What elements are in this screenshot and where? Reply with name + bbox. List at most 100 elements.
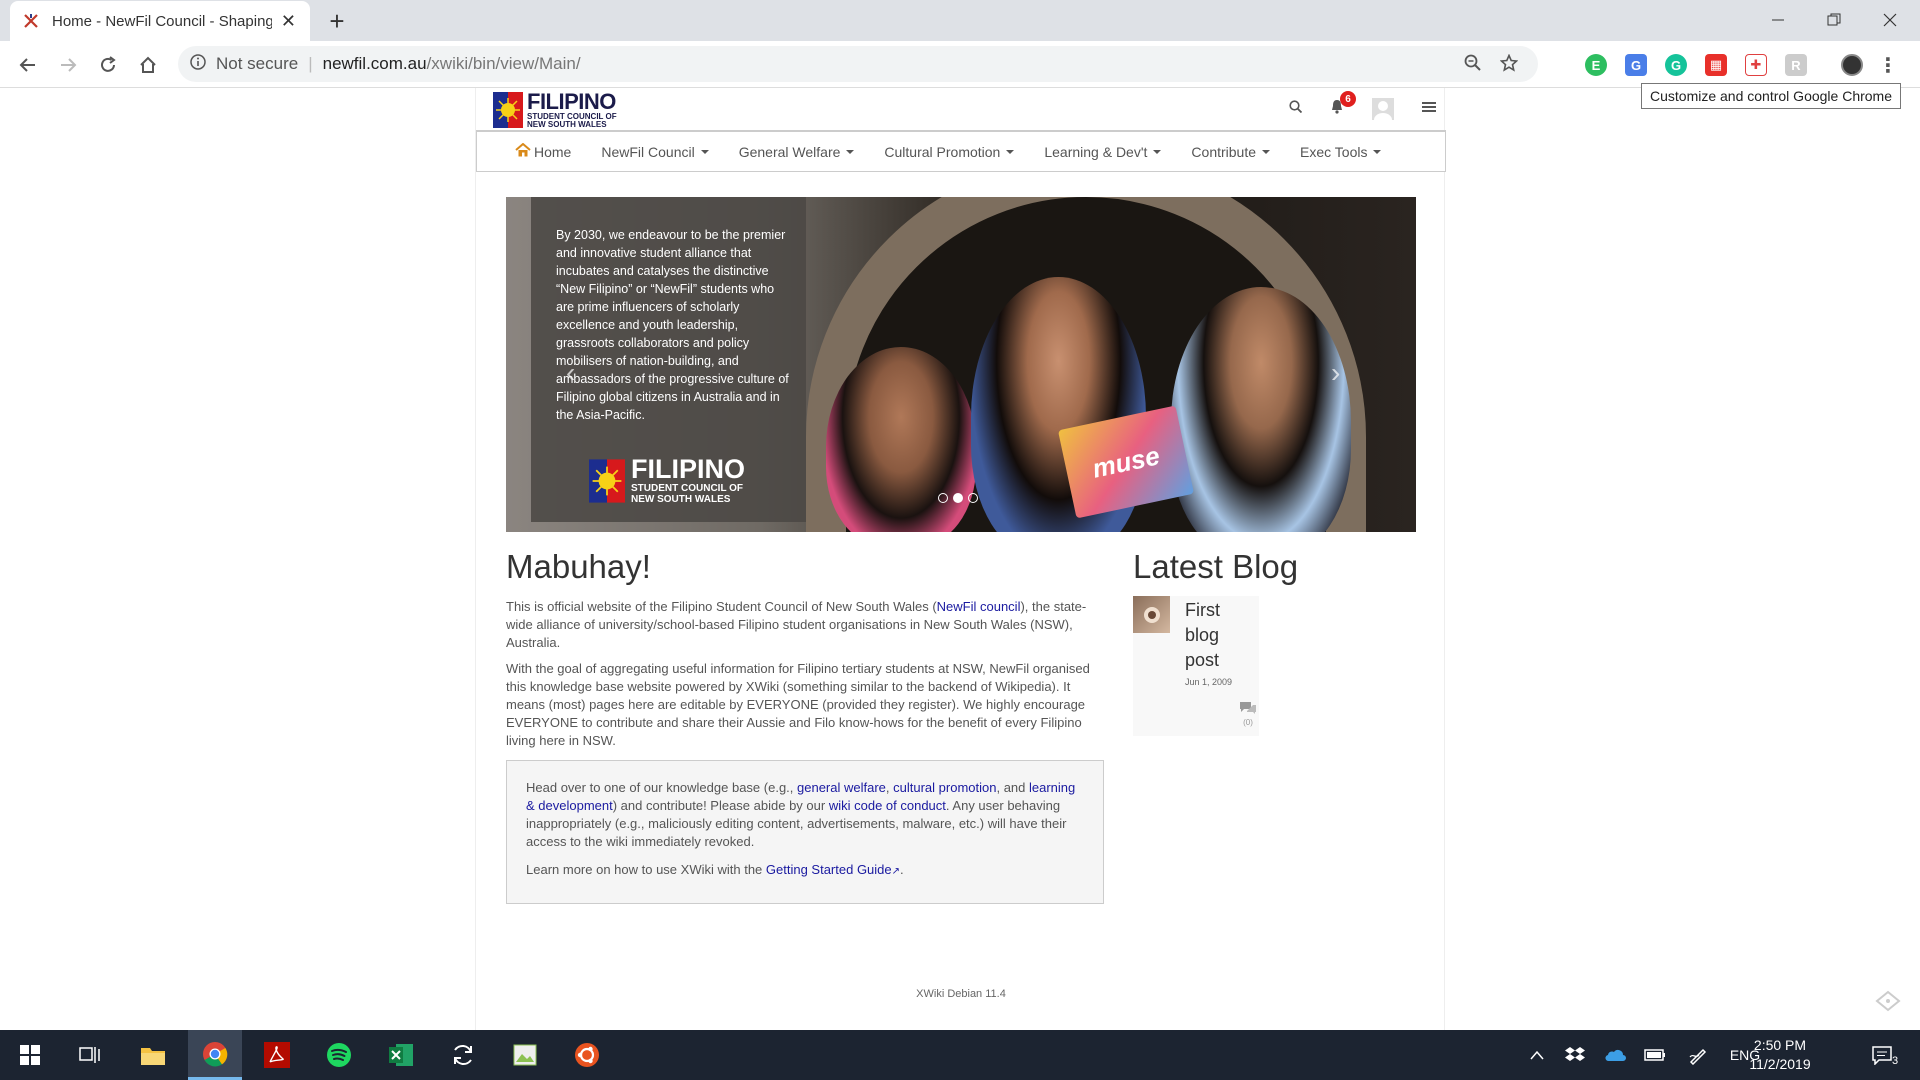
blog-post-title[interactable]: First blog post — [1185, 598, 1255, 673]
security-status[interactable]: Not secure — [216, 54, 298, 74]
carousel-dot[interactable] — [968, 493, 978, 503]
hamburger-menu-icon[interactable] — [1422, 100, 1436, 118]
grammarly-extension-icon[interactable]: G — [1665, 54, 1687, 76]
sync-icon[interactable] — [436, 1030, 490, 1080]
main-navigation: Home NewFil Council General Welfare Cult… — [476, 130, 1446, 172]
nav-general-welfare[interactable]: General Welfare — [739, 144, 855, 160]
blog-post-card[interactable]: First blog post Jun 1, 2009 (0) — [1133, 596, 1259, 736]
box-text-4: ) and contribute! Please abide by our — [612, 798, 829, 813]
battery-icon[interactable] — [1640, 1030, 1670, 1080]
browser-tab-active[interactable]: Home - NewFil Council - Shaping ✕ — [10, 1, 310, 41]
nav-general-welfare-label: General Welfare — [738, 143, 841, 160]
search-icon[interactable] — [1289, 100, 1303, 118]
blog-thumbnail[interactable] — [1133, 596, 1170, 633]
nav-cultural-promotion[interactable]: Cultural Promotion — [884, 144, 1015, 160]
browser-toolbar: Not secure | newfil.com.au/xwiki/bin/vie… — [0, 41, 1920, 88]
image-editor-icon[interactable] — [498, 1030, 552, 1080]
url-host: newfil.com.au — [322, 54, 427, 73]
page-footer: XWiki Debian 11.4 — [916, 988, 1006, 1000]
getting-started-guide-link[interactable]: Getting Started Guide↗ — [766, 862, 900, 877]
nav-home[interactable]: Home — [515, 142, 571, 160]
council-logo-icon — [589, 458, 625, 503]
page-container: FILIPINO STUDENT COUNCIL OF NEW SOUTH WA… — [475, 88, 1446, 1030]
caret-down-icon — [700, 149, 709, 154]
zoom-icon[interactable] — [1464, 54, 1482, 77]
omnibox-actions — [1464, 53, 1519, 77]
nav-learning-dev[interactable]: Learning & Dev't — [1044, 143, 1162, 160]
minimize-window-icon[interactable] — [1750, 4, 1806, 36]
site-logo[interactable]: FILIPINO STUDENT COUNCIL OF NEW SOUTH WA… — [493, 91, 617, 129]
getting-started-label: Getting Started Guide — [765, 862, 892, 877]
bookmark-star-icon[interactable] — [1499, 53, 1519, 77]
chrome-menu-icon[interactable]: ⋮ — [1878, 54, 1898, 77]
translate-extension-icon[interactable]: G — [1625, 54, 1647, 76]
ubuntu-icon[interactable] — [560, 1030, 614, 1080]
back-arrow-icon[interactable] — [14, 51, 42, 79]
external-link-icon: ↗ — [891, 866, 901, 877]
clock-date: 11/2/2019 — [1749, 1056, 1811, 1072]
close-window-icon[interactable] — [1862, 4, 1918, 36]
cultural-promotion-link[interactable]: cultural promotion — [893, 780, 996, 795]
nav-exec-tools[interactable]: Exec Tools — [1300, 143, 1382, 160]
nav-newfil-council[interactable]: NewFil Council — [601, 143, 709, 160]
show-hidden-icons[interactable] — [1522, 1030, 1552, 1080]
windows-taskbar: ENG 2:50 PM 11/2/2019 3 — [0, 1030, 1920, 1080]
address-bar[interactable]: Not secure | newfil.com.au/xwiki/bin/vie… — [178, 46, 1538, 82]
blog-comments[interactable]: (0) — [1238, 700, 1258, 727]
dropbox-icon[interactable] — [1560, 1030, 1590, 1080]
grey-extension-icon[interactable]: R — [1785, 54, 1807, 76]
file-explorer-icon[interactable] — [126, 1030, 180, 1080]
blog-post-date: Jun 1, 2009 — [1185, 677, 1233, 687]
hero-carousel[interactable]: muse By 2030, we endeavour to be the pre… — [506, 197, 1416, 532]
task-view-icon[interactable] — [63, 1030, 117, 1080]
reload-icon[interactable] — [94, 51, 122, 79]
nav-exec-tools-label: Exec Tools — [1300, 143, 1368, 160]
caret-down-icon — [1262, 149, 1271, 154]
getting-started-paragraph: Learn more on how to use XWiki with the … — [526, 861, 1084, 881]
url-path: /xwiki/bin/view/Main/ — [426, 54, 581, 73]
caret-down-icon — [846, 149, 855, 154]
plus-extension-icon[interactable]: ✚ — [1745, 54, 1767, 76]
general-welfare-link[interactable]: general welfare — [797, 780, 886, 795]
onedrive-icon[interactable] — [1600, 1030, 1630, 1080]
spotify-icon[interactable] — [312, 1030, 366, 1080]
carousel-logo: FILIPINO STUDENT COUNCIL OF NEW SOUTH WA… — [589, 456, 745, 505]
contribute-paragraph: Head over to one of our knowledge base (… — [526, 779, 1084, 851]
chrome-taskbar-icon[interactable] — [188, 1030, 242, 1080]
forward-arrow-icon[interactable] — [54, 51, 82, 79]
carousel-dot-active[interactable] — [953, 493, 963, 503]
tab-close-icon[interactable]: ✕ — [281, 11, 296, 32]
new-tab-button[interactable]: + — [324, 6, 350, 37]
evernote-extension-icon[interactable]: E — [1585, 54, 1607, 76]
box-text-3: , and — [996, 780, 1029, 795]
notifications-bell-icon[interactable]: 6 — [1330, 91, 1356, 119]
excel-icon[interactable] — [374, 1030, 428, 1080]
red-extension-icon[interactable]: ▦ — [1705, 54, 1727, 76]
code-of-conduct-link[interactable]: wiki code of conduct — [829, 798, 946, 813]
diamond-tag-icon[interactable] — [1875, 990, 1901, 1017]
site-favicon-icon — [22, 12, 40, 30]
nav-learning-dev-label: Learning & Dev't — [1044, 143, 1148, 160]
carousel-logo-title: FILIPINO — [631, 454, 745, 484]
acrobat-icon[interactable] — [250, 1030, 304, 1080]
home-icon[interactable] — [134, 51, 162, 79]
nav-newfil-council-label: NewFil Council — [601, 143, 695, 160]
info-icon[interactable] — [190, 53, 206, 75]
caret-down-icon — [1373, 149, 1382, 154]
carousel-logo-sub-2: NEW SOUTH WALES — [631, 494, 731, 505]
pen-workspace-icon[interactable] — [1683, 1030, 1713, 1080]
carousel-next-icon[interactable]: › — [1331, 357, 1340, 389]
system-clock[interactable]: 2:50 PM 11/2/2019 — [1740, 1036, 1820, 1074]
windows-start-icon[interactable] — [3, 1030, 57, 1080]
tab-title: Home - NewFil Council - Shaping — [52, 12, 272, 30]
restore-window-icon[interactable] — [1806, 4, 1862, 36]
carousel-dot[interactable] — [938, 493, 948, 503]
newfil-council-link[interactable]: NewFil council — [937, 599, 1021, 614]
nav-contribute[interactable]: Contribute — [1191, 144, 1271, 160]
user-avatar-icon[interactable] — [1372, 98, 1394, 120]
carousel-indicators — [938, 493, 978, 503]
header-actions: 6 — [1289, 91, 1436, 120]
site-header: FILIPINO STUDENT COUNCIL OF NEW SOUTH WA… — [476, 88, 1446, 130]
carousel-prev-icon[interactable]: ‹ — [566, 357, 575, 389]
profile-avatar-icon[interactable] — [1841, 54, 1863, 76]
